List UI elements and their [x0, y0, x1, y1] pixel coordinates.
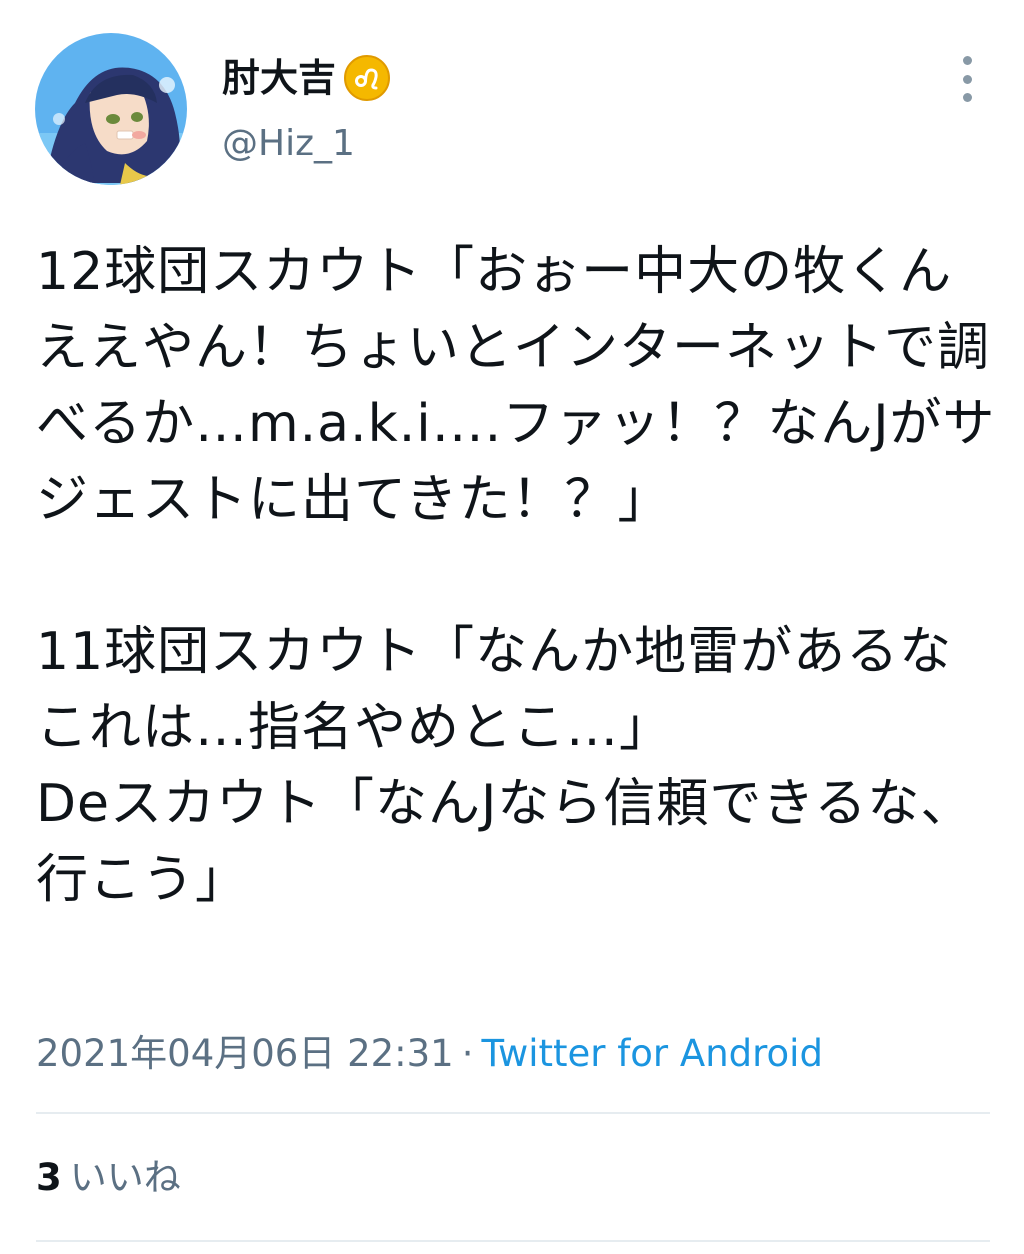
tweet-text: 12球団スカウト「おぉー中大の牧くんええやん！ちょいとインターネットで調べるか……	[36, 242, 996, 910]
leo-zodiac-icon	[344, 55, 391, 101]
likes-label: いいね	[69, 1156, 181, 1199]
more-dot	[962, 93, 972, 102]
more-vertical-icon[interactable]	[948, 56, 986, 102]
avatar[interactable]	[35, 33, 187, 185]
divider	[36, 1112, 990, 1114]
likes-count: 3	[36, 1156, 62, 1199]
tweet-meta: 2021年04月06日 22:31 · Twitter for Android	[36, 1032, 823, 1076]
likes-stat[interactable]: 3 いいね	[36, 1156, 181, 1200]
user-handle[interactable]: @Hiz_1	[222, 126, 355, 162]
more-dot	[962, 56, 972, 65]
tweet-timestamp[interactable]: 2021年04月06日 22:31	[36, 1032, 454, 1075]
more-dot	[962, 74, 972, 84]
display-name-row[interactable]: 肘大吉	[222, 52, 391, 104]
divider	[36, 1240, 990, 1242]
client-link[interactable]: Twitter for Android	[481, 1032, 822, 1075]
display-name[interactable]: 肘大吉	[222, 59, 336, 97]
tweet: 肘大吉 @Hiz_1 12球団スカウト「おぉー中大の牧くんええやん！ちょいとイン…	[0, 0, 1024, 1254]
avatar-image	[35, 33, 187, 185]
meta-separator: ·	[461, 1032, 474, 1075]
